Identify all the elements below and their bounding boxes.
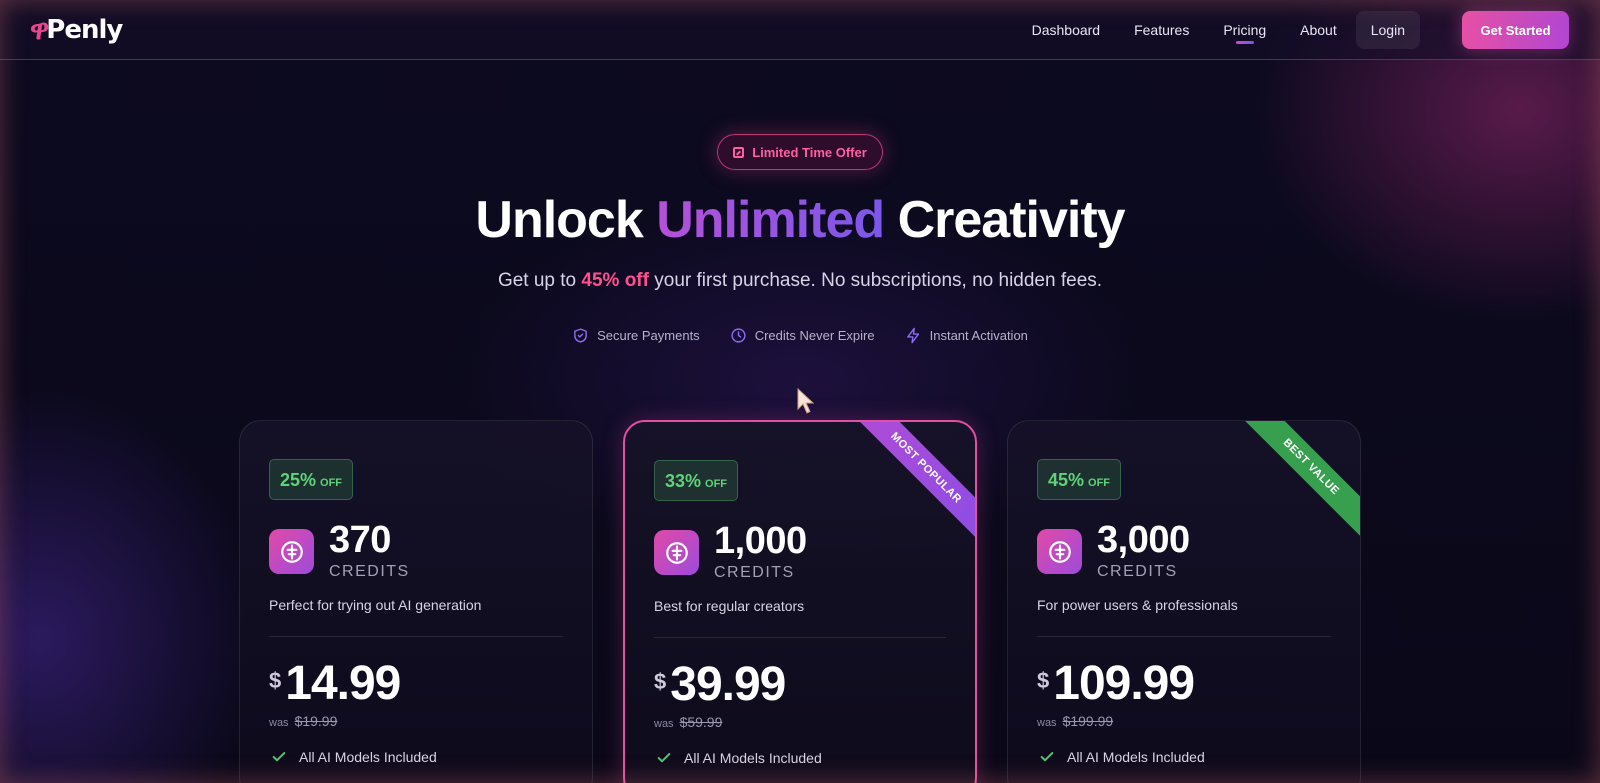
credits-coin-icon: [269, 529, 314, 574]
logo[interactable]: ዋ Penly: [30, 13, 123, 46]
nav-links: Dashboard Features Pricing About Login: [1015, 0, 1420, 60]
page-title: Unlock Unlimited Creativity: [0, 190, 1600, 250]
price-amount: 14.99: [285, 657, 401, 710]
best-value-ribbon: BEST VALUE: [1233, 421, 1360, 545]
price-amount: 39.99: [670, 658, 786, 711]
plan-description: Best for regular creators: [654, 598, 805, 614]
included-label: All AI Models Included: [1067, 749, 1205, 765]
currency-symbol: $: [1037, 668, 1050, 693]
was-price: was $59.99: [654, 714, 722, 730]
was-label: was: [1037, 717, 1057, 729]
included-label: All AI Models Included: [299, 749, 437, 765]
logo-text: Penly: [46, 15, 123, 45]
check-icon: [1040, 752, 1054, 762]
credit-amount: 370: [329, 519, 391, 561]
headline-post: Creativity: [884, 191, 1126, 249]
discount-percent: 45%: [1047, 470, 1085, 490]
credits-coin-icon: [1037, 529, 1082, 574]
feature-label: Credits Never Expire: [754, 328, 875, 343]
included-label: All AI Models Included: [684, 750, 822, 766]
plan-description: Perfect for trying out AI generation: [269, 597, 482, 613]
clock-icon: [731, 328, 746, 343]
plan-price: $ 109.99: [1037, 656, 1195, 711]
check-icon: [272, 752, 286, 762]
plan-price: $ 39.99: [654, 657, 786, 712]
subtitle-post: your first purchase. No subscriptions, n…: [648, 270, 1103, 291]
most-popular-ribbon: MOST POPULAR: [848, 422, 975, 546]
plan-description: For power users & professionals: [1037, 597, 1238, 613]
shield-icon: [574, 328, 587, 343]
subtitle-highlight: 45% off: [581, 270, 649, 291]
original-price: $199.99: [1062, 713, 1114, 729]
was-price: was $199.99: [1037, 713, 1113, 729]
included-feature: All AI Models Included: [1039, 749, 1205, 765]
currency-symbol: $: [654, 669, 667, 694]
nav-link-pricing[interactable]: Pricing: [1206, 0, 1283, 60]
nav-link-features[interactable]: Features: [1117, 0, 1206, 60]
divider: [269, 636, 563, 637]
discount-badge: 45% OFF: [1037, 459, 1121, 500]
top-navbar: ዋ Penly Dashboard Features Pricing About…: [0, 0, 1600, 60]
feature-label: Instant Activation: [929, 328, 1028, 343]
was-label: was: [269, 717, 289, 729]
login-button[interactable]: Login: [1355, 11, 1420, 49]
plan-card-starter[interactable]: 25% OFF 370 CREDITS Perfect for trying o…: [239, 420, 593, 783]
was-label: was: [654, 718, 674, 730]
limited-offer-pill: Limited Time Offer: [717, 134, 883, 170]
discount-badge: 25% OFF: [269, 459, 353, 500]
discount-off-label: OFF: [705, 478, 728, 490]
plan-price: $ 14.99: [269, 656, 401, 711]
discount-tag-icon: [733, 146, 745, 158]
discount-percent: 33%: [664, 471, 702, 491]
headline-accent: Unlimited: [656, 191, 885, 249]
currency-symbol: $: [269, 668, 282, 693]
discount-percent: 25%: [279, 470, 317, 490]
discount-badge: 33% OFF: [654, 460, 738, 501]
lightning-icon: [906, 327, 919, 344]
discount-off-label: OFF: [320, 477, 343, 489]
plan-card-popular[interactable]: MOST POPULAR 33% OFF 1,000 CREDITS Best …: [623, 420, 977, 783]
get-started-button[interactable]: Get Started: [1462, 11, 1569, 49]
feature-instant-activation: Instant Activation: [905, 327, 1028, 344]
feature-list: Secure Payments Credits Never Expire Ins…: [0, 327, 1600, 344]
feature-label: Secure Payments: [597, 328, 700, 343]
subtitle-pre: Get up to: [497, 270, 582, 291]
plan-card-best-value[interactable]: BEST VALUE 45% OFF 3,000 CREDITS For pow…: [1007, 420, 1361, 783]
price-amount: 109.99: [1053, 657, 1195, 710]
nav-link-about[interactable]: About: [1283, 0, 1354, 60]
credit-label: CREDITS: [714, 564, 795, 581]
included-feature: All AI Models Included: [656, 750, 822, 766]
divider: [1037, 636, 1331, 637]
credit-label: CREDITS: [329, 563, 410, 580]
feature-credits-never-expire: Credits Never Expire: [730, 327, 875, 344]
mouse-cursor-icon: [797, 388, 815, 414]
original-price: $59.99: [679, 714, 723, 730]
nav-link-dashboard[interactable]: Dashboard: [1015, 0, 1118, 60]
subtitle: Get up to 45% off your first purchase. N…: [0, 270, 1600, 292]
original-price: $19.99: [294, 713, 338, 729]
credit-amount: 1,000: [714, 520, 807, 562]
limited-offer-label: Limited Time Offer: [752, 144, 867, 160]
feature-secure-payments: Secure Payments: [572, 327, 700, 344]
credit-amount: 3,000: [1097, 519, 1190, 561]
credit-label: CREDITS: [1097, 563, 1178, 580]
headline-pre: Unlock: [475, 191, 657, 249]
credits-coin-icon: [654, 530, 699, 575]
was-price: was $19.99: [269, 713, 337, 729]
discount-off-label: OFF: [1088, 477, 1111, 489]
divider: [654, 637, 946, 638]
check-icon: [657, 753, 671, 763]
included-feature: All AI Models Included: [271, 749, 437, 765]
